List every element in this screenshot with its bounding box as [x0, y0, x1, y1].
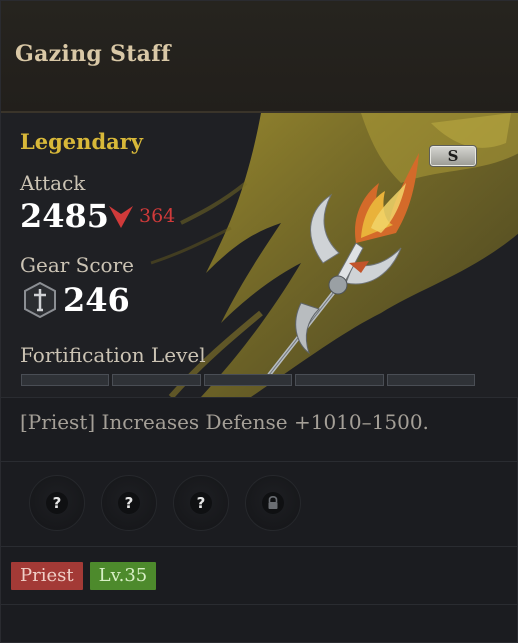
engraving-slot[interactable]: ? — [29, 475, 85, 531]
item-tooltip: Gazing Staff Legendary S Attack 2485 364… — [0, 0, 518, 643]
engraving-slot[interactable]: ? — [101, 475, 157, 531]
effect-description: [Priest] Increases Defense +1010–1500. — [20, 410, 429, 434]
fortification-bar — [21, 374, 476, 386]
level-tag: Lv.35 — [89, 562, 157, 590]
unknown-slot-icon: ? — [118, 492, 140, 514]
requirement-tags: Priest Lv.35 — [11, 562, 157, 590]
fortification-segment — [295, 374, 384, 386]
tier-badge: S — [429, 145, 477, 167]
divider — [1, 546, 518, 547]
divider — [1, 604, 518, 605]
rarity-label: Legendary — [20, 129, 143, 154]
decrease-arrow-icon — [109, 206, 133, 228]
lock-icon — [262, 492, 284, 514]
fortification-segment — [203, 374, 293, 386]
gear-score-icon — [24, 282, 56, 318]
fortification-segment — [112, 374, 201, 386]
unknown-slot-icon: ? — [190, 492, 212, 514]
attack-delta: 364 — [139, 205, 176, 227]
engraving-slot[interactable]: ? — [173, 475, 229, 531]
fortification-segment — [386, 374, 476, 386]
title-bar: Gazing Staff — [1, 1, 518, 113]
gear-score-label: Gear Score — [20, 253, 134, 277]
fortification-segment — [21, 374, 110, 386]
attack-label: Attack — [20, 171, 86, 195]
unknown-slot-icon: ? — [46, 492, 68, 514]
attack-value: 2485 — [20, 197, 110, 235]
divider — [1, 397, 518, 398]
locked-slot[interactable] — [245, 475, 301, 531]
gear-score-value: 246 — [63, 281, 130, 319]
item-name: Gazing Staff — [15, 41, 171, 67]
fortification-label: Fortification Level — [20, 343, 206, 367]
divider — [1, 461, 518, 462]
class-tag: Priest — [11, 562, 83, 590]
